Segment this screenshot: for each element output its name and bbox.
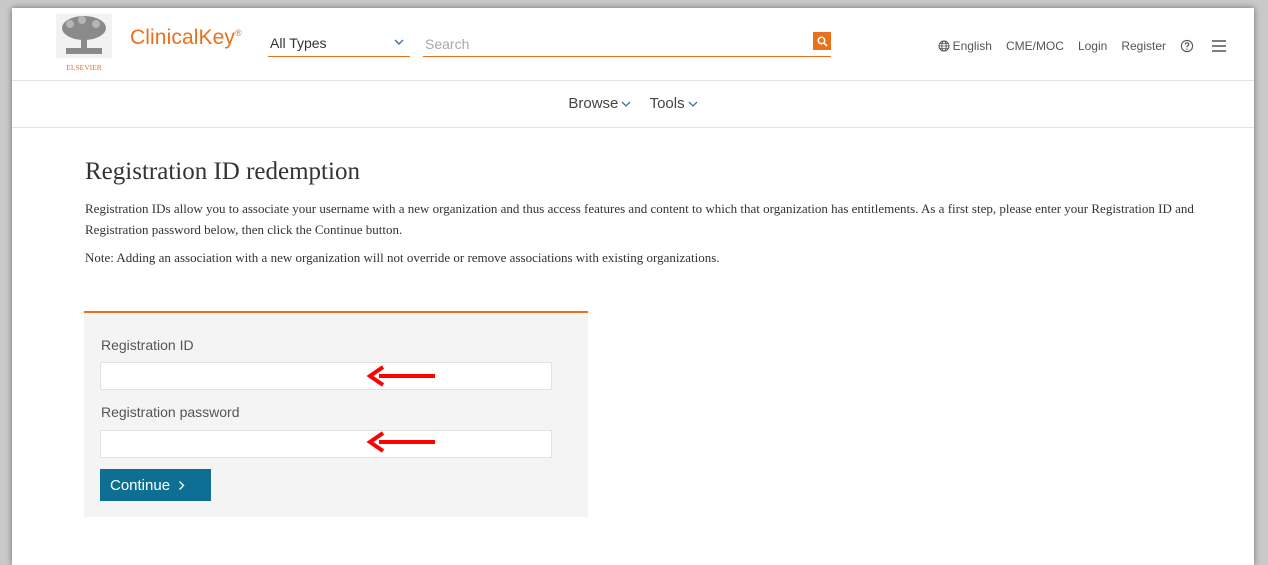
page-description: Registration IDs allow you to associate …: [85, 201, 1194, 237]
registration-form: Registration ID Registration password Co…: [84, 311, 588, 517]
nav-tools-label: Tools: [649, 95, 685, 112]
search-input[interactable]: [423, 34, 807, 54]
chevron-right-icon: [179, 480, 185, 490]
red-arrow-annotation: [366, 365, 435, 387]
language-label: English: [952, 39, 992, 53]
elsevier-logo[interactable]: ELSEVIER: [52, 12, 116, 76]
search-bar: [423, 32, 831, 57]
content-type-select[interactable]: All Types: [268, 34, 410, 57]
nav-browse[interactable]: Browse: [568, 95, 631, 112]
register-link[interactable]: Register: [1121, 39, 1166, 53]
page-note: Note: Adding an association with a new o…: [85, 250, 720, 265]
content-type-value: All Types: [270, 35, 327, 51]
cme-moc-link[interactable]: CME/MOC: [1006, 39, 1064, 53]
continue-label: Continue: [110, 476, 171, 494]
registration-password-label: Registration password: [101, 404, 240, 420]
registration-password-input[interactable]: [101, 431, 551, 457]
continue-button[interactable]: Continue: [100, 469, 211, 501]
page-title: Registration ID redemption: [85, 158, 360, 185]
search-button[interactable]: [813, 32, 831, 50]
svg-text:ELSEVIER: ELSEVIER: [66, 63, 101, 72]
help-icon: [1180, 39, 1194, 53]
menu-icon: [1212, 40, 1226, 52]
globe-icon: [938, 40, 950, 52]
chevron-down-icon: [688, 101, 698, 107]
browser-page: ELSEVIER ClinicalKey® All Types Search E…: [12, 8, 1254, 565]
chevron-down-icon: [621, 101, 631, 107]
registration-id-label: Registration ID: [101, 337, 194, 353]
header: ELSEVIER ClinicalKey® All Types Search E…: [12, 8, 1254, 81]
menu-button[interactable]: [1211, 39, 1230, 53]
main-nav: Browse Tools: [12, 81, 1254, 128]
search-icon: [817, 36, 828, 47]
nav-browse-label: Browse: [568, 95, 619, 112]
registration-password-field: [100, 430, 552, 458]
nav-tools[interactable]: Tools: [650, 95, 698, 112]
registration-id-field: [100, 362, 552, 390]
utility-nav: English CME/MOC Login Register: [924, 39, 1230, 53]
registration-id-input[interactable]: [101, 363, 551, 389]
main-content: Registration ID redemption Registration …: [85, 158, 1215, 266]
brand-name[interactable]: ClinicalKey®: [130, 26, 242, 50]
login-link[interactable]: Login: [1078, 39, 1107, 53]
help-button[interactable]: [1180, 39, 1197, 53]
red-arrow-annotation: [366, 431, 435, 453]
language-link[interactable]: English: [938, 39, 992, 53]
chevron-down-icon: [394, 39, 404, 45]
